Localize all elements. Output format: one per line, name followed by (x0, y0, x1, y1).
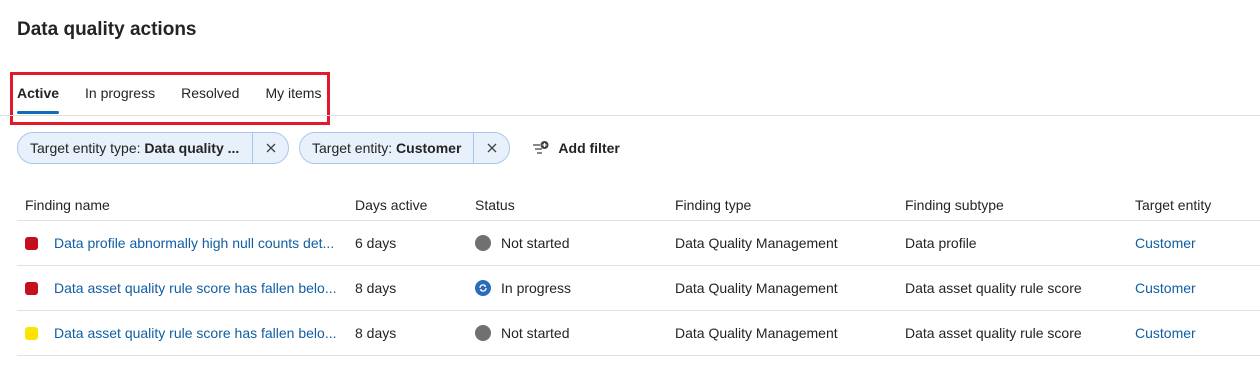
close-icon[interactable] (252, 133, 288, 163)
target-entity-cell: Customer (1135, 266, 1260, 310)
column-header-days-active[interactable]: Days active (355, 188, 465, 220)
target-entity-link[interactable]: Customer (1135, 325, 1196, 341)
filter-chip-target-entity-type[interactable]: Target entity type: Data quality ... (17, 132, 289, 164)
not-started-icon (475, 325, 491, 341)
not-started-icon (475, 235, 491, 251)
finding-type-cell: Data Quality Management (675, 235, 838, 251)
filter-value: Customer (396, 140, 462, 156)
finding-name-cell: Data asset quality rule score has fallen… (25, 311, 347, 355)
finding-type-cell: Data Quality Management (675, 325, 838, 341)
severity-icon (25, 281, 38, 295)
filter-chip-label: Target entity type: Data quality ... (18, 133, 252, 163)
finding-name-cell: Data asset quality rule score has fallen… (25, 266, 347, 310)
add-filter-button[interactable]: Add filter (532, 140, 620, 156)
column-header-finding-subtype[interactable]: Finding subtype (905, 188, 1125, 220)
findings-table: Finding name Days active Status Finding … (17, 188, 1260, 356)
status-text: In progress (501, 280, 572, 296)
add-filter-icon (533, 141, 549, 154)
table-header-row: Finding name Days active Status Finding … (17, 188, 1260, 221)
tab-my-items[interactable]: My items (265, 84, 321, 110)
close-icon[interactable] (473, 133, 509, 163)
tab-list: Active In progress Resolved My items (17, 84, 347, 116)
target-entity-cell: Customer (1135, 221, 1260, 265)
target-entity-cell: Customer (1135, 311, 1260, 355)
days-active-cell: 8 days (355, 325, 397, 341)
column-header-finding-type[interactable]: Finding type (675, 188, 895, 220)
add-filter-label: Add filter (558, 140, 620, 156)
tab-active[interactable]: Active (17, 84, 60, 114)
finding-type-cell: Data Quality Management (675, 280, 838, 296)
tab-in-progress[interactable]: In progress (85, 84, 155, 110)
days-active-cell: 6 days (355, 235, 397, 251)
filter-prefix: Target entity: (312, 140, 397, 156)
days-active-cell: 8 days (355, 280, 397, 296)
finding-name-link[interactable]: Data asset quality rule score has fallen… (54, 325, 337, 341)
filter-value: Data quality ... (144, 140, 240, 156)
column-header-finding-name[interactable]: Finding name (25, 188, 347, 220)
finding-subtype-cell: Data profile (905, 235, 977, 251)
filter-bar: Target entity type: Data quality ... Tar… (17, 132, 620, 164)
table-row[interactable]: Data profile abnormally high null counts… (17, 221, 1260, 266)
table-row[interactable]: Data asset quality rule score has fallen… (17, 266, 1260, 311)
page-title: Data quality actions (17, 19, 197, 40)
tabs-divider (0, 115, 1260, 116)
finding-name-link[interactable]: Data profile abnormally high null counts… (54, 235, 334, 251)
filter-prefix: Target entity type: (30, 140, 145, 156)
filter-chip-target-entity[interactable]: Target entity: Customer (299, 132, 511, 164)
status-cell: In progress (475, 266, 665, 310)
column-header-status[interactable]: Status (475, 188, 665, 220)
finding-subtype-cell: Data asset quality rule score (905, 280, 1082, 296)
column-header-target-entity[interactable]: Target entity (1135, 188, 1260, 220)
severity-icon (25, 326, 38, 340)
finding-name-cell: Data profile abnormally high null counts… (25, 221, 347, 265)
target-entity-link[interactable]: Customer (1135, 280, 1196, 296)
finding-subtype-cell: Data asset quality rule score (905, 325, 1082, 341)
target-entity-link[interactable]: Customer (1135, 235, 1196, 251)
status-cell: Not started (475, 221, 665, 265)
tab-resolved[interactable]: Resolved (181, 84, 239, 110)
status-text: Not started (501, 325, 570, 341)
severity-icon (25, 236, 38, 250)
in-progress-icon (475, 280, 491, 296)
filter-chip-label: Target entity: Customer (300, 133, 473, 163)
status-cell: Not started (475, 311, 665, 355)
table-row[interactable]: Data asset quality rule score has fallen… (17, 311, 1260, 356)
status-text: Not started (501, 235, 570, 251)
finding-name-link[interactable]: Data asset quality rule score has fallen… (54, 280, 337, 296)
